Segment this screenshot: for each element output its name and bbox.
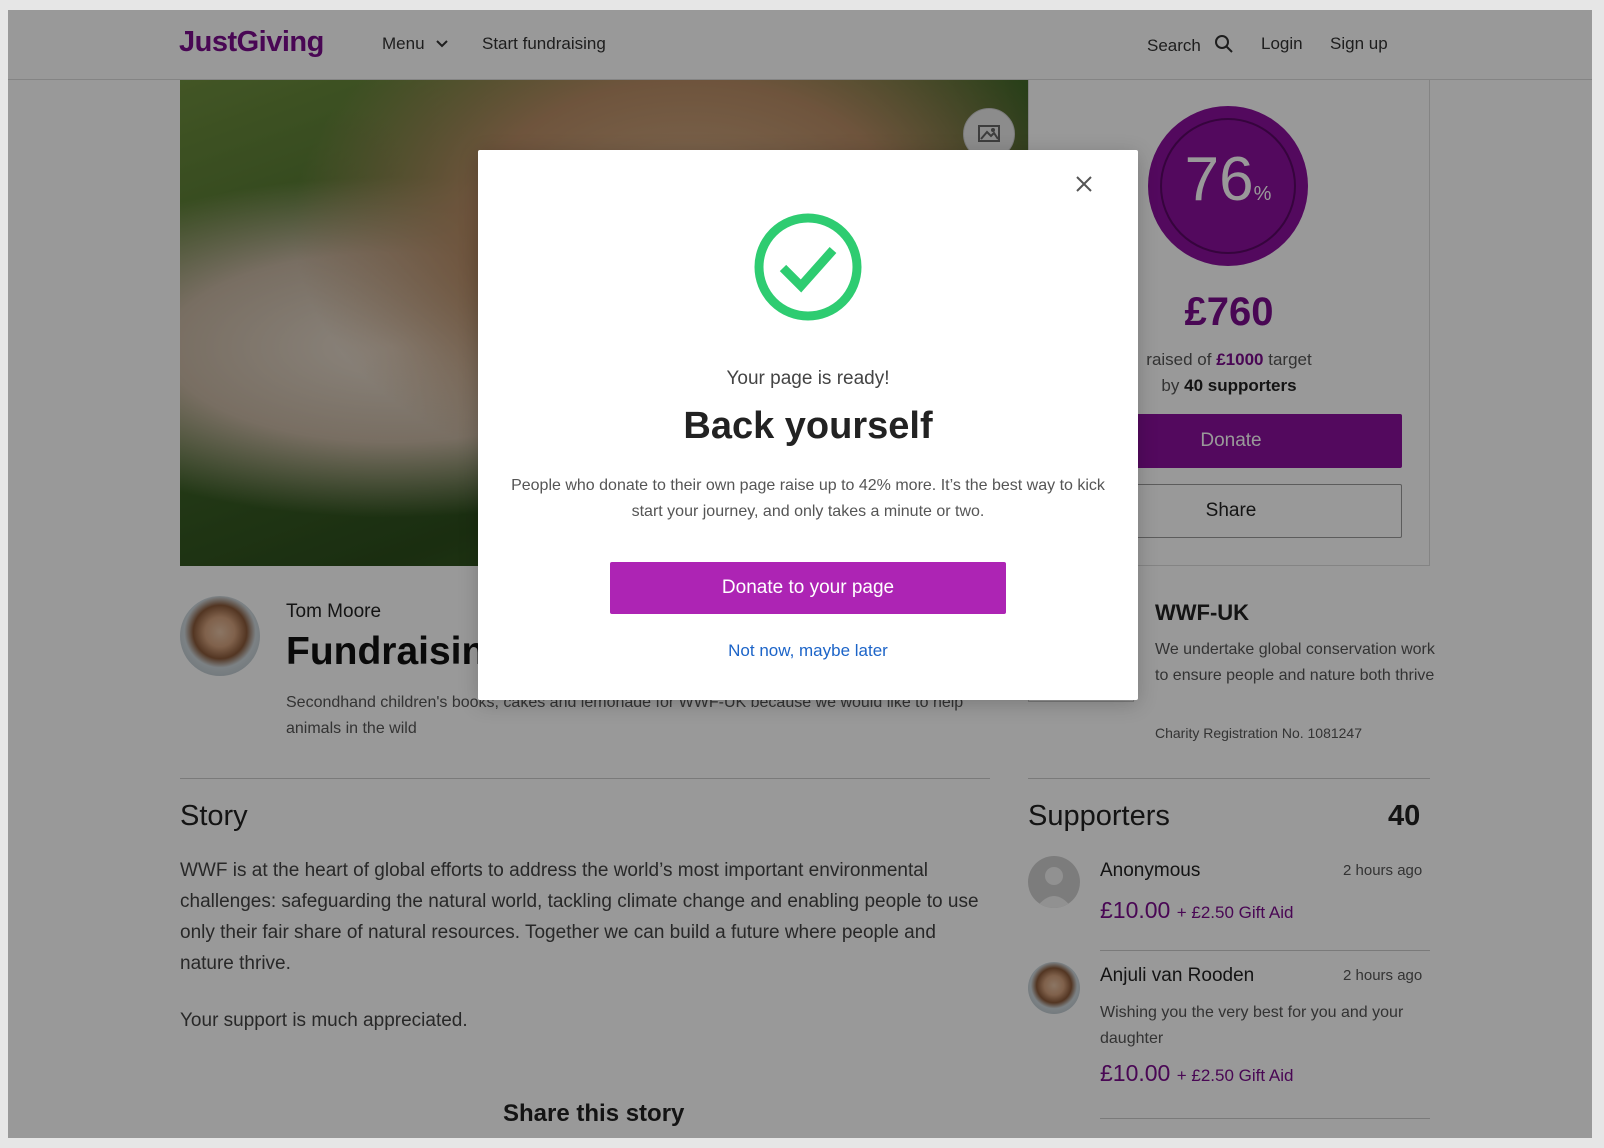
page-frame: JustGiving Menu Start fundraising Search… [8, 10, 1592, 1138]
checkmark-icon [753, 212, 863, 322]
dialog-kicker: Your page is ready! [726, 368, 890, 389]
close-icon[interactable] [1074, 168, 1094, 202]
dialog-title: Back yourself [683, 405, 933, 447]
dialog-body: People who donate to their own page rais… [511, 477, 1105, 520]
donate-to-your-page-button[interactable]: Donate to your page [610, 562, 1006, 614]
page-ready-dialog: Your page is ready! Back yourself People… [478, 150, 1138, 700]
not-now-link[interactable]: Not now, maybe later [478, 641, 1138, 661]
